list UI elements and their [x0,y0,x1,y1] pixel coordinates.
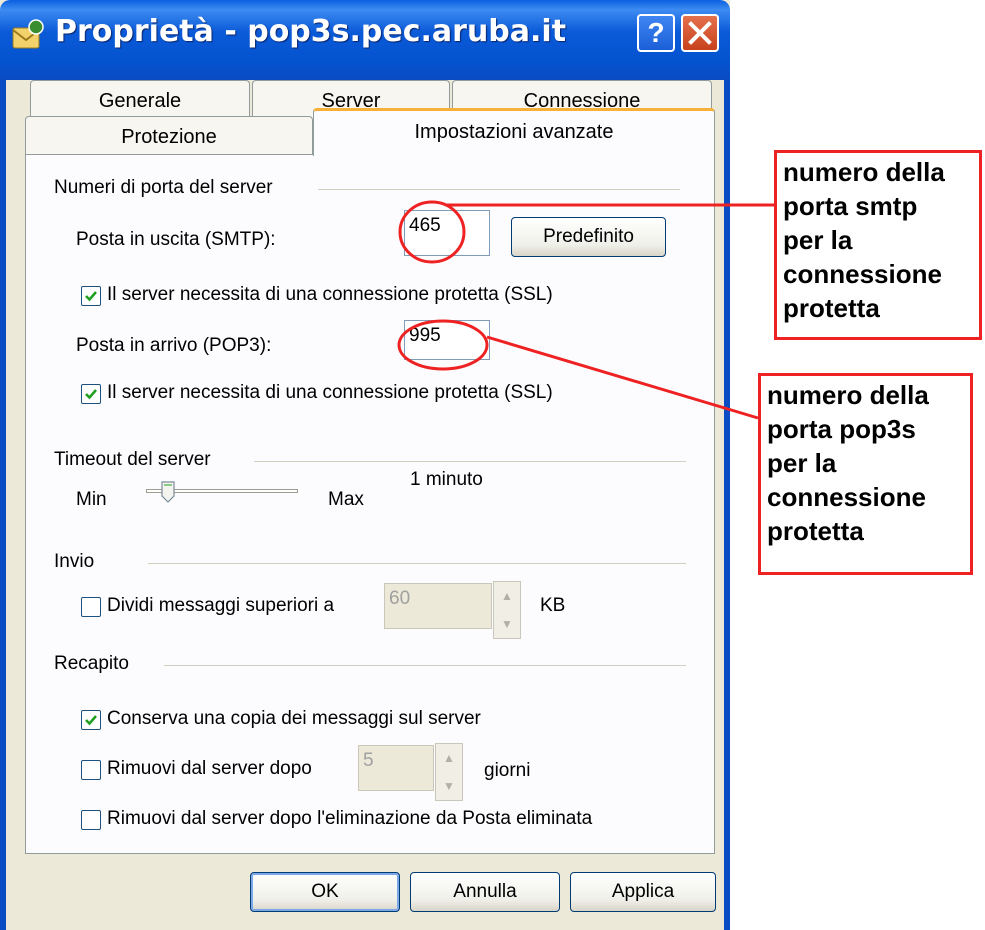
chevron-down-icon[interactable]: ▼ [436,772,462,800]
note-line: protetta [783,293,880,323]
pop3-port-label: Posta in arrivo (POP3): [76,335,272,356]
timeout-group-label: Timeout del server [54,449,211,470]
remove-after-days-unit: giorni [484,760,531,781]
note-line: per la [783,225,853,255]
note-line: connessione [767,482,926,512]
note-line: connessione [783,259,942,289]
note-line: protetta [767,516,864,546]
invio-group-label: Invio [54,551,95,572]
keep-copy-checkbox[interactable] [81,710,101,730]
check-icon [85,291,97,302]
timeout-slider-thumb[interactable] [161,481,175,503]
timeout-value-label: 1 minuto [410,469,483,490]
smtp-port-note: numero della porta smtp per la connessio… [774,150,982,340]
window-border-right [724,80,730,930]
split-size-unit: KB [540,595,566,616]
keep-copy-label: Conserva una copia dei messaggi sul serv… [107,708,481,729]
ports-group-divider [318,189,680,190]
split-size-input[interactable]: 60 [384,583,492,629]
cancel-button[interactable]: Annulla [410,872,560,912]
chevron-up-icon[interactable]: ▲ [436,744,462,772]
tab-generale[interactable]: Generale [30,80,250,120]
ssl-smtp-label: Il server necessita di una connessione p… [107,284,553,305]
default-ports-button[interactable]: Predefinito [511,217,666,257]
ssl-pop3-label: Il server necessita di una connessione p… [107,382,553,403]
window-border-left [0,80,6,930]
ssl-smtp-checkbox[interactable] [81,286,101,306]
properties-dialog: Proprietà - pop3s.pec.aruba.it ? General… [0,0,730,930]
chevron-down-icon[interactable]: ▼ [494,610,520,638]
invio-group-divider [148,563,686,564]
timeout-max-label: Max [328,489,364,510]
recapito-group-label: Recapito [54,653,129,674]
advanced-settings-panel: Numeri di porta del server Posta in usci… [25,154,715,854]
remove-after-label: Rimuovi dal server dopo [107,758,312,779]
timeout-group-divider [254,461,686,462]
title-bar[interactable]: Proprietà - pop3s.pec.aruba.it ? [0,0,730,80]
pop3-port-input[interactable]: 995 [404,320,490,360]
window-title: Proprietà - pop3s.pec.aruba.it [55,14,567,49]
split-messages-label: Dividi messaggi superiori a [107,595,335,616]
smtp-port-input[interactable]: 465 [404,210,490,256]
close-button[interactable] [681,14,719,52]
close-icon [688,21,712,45]
ok-button[interactable]: OK [250,872,400,912]
pop3-port-note: numero della porta pop3s per la connessi… [758,373,973,575]
note-line: porta smtp [783,191,918,221]
note-line: numero della [767,380,929,410]
tab-protezione[interactable]: Protezione [25,116,313,156]
help-button[interactable]: ? [637,14,675,52]
note-line: porta pop3s [767,414,916,444]
remove-after-days-input[interactable]: 5 [358,745,434,791]
note-line: numero della [783,157,945,187]
split-messages-checkbox[interactable] [81,597,101,617]
smtp-port-label: Posta in uscita (SMTP): [76,229,276,250]
timeout-min-label: Min [76,489,107,510]
apply-button[interactable]: Applica [570,872,716,912]
help-icon: ? [647,17,665,48]
remove-deleted-label: Rimuovi dal server dopo l'eliminazione d… [107,808,593,829]
check-icon [85,389,97,400]
tab-impostazioni-avanzate[interactable]: Impostazioni avanzate [313,108,715,156]
chevron-up-icon[interactable]: ▲ [494,582,520,610]
check-icon [85,715,97,726]
split-size-spinner[interactable]: ▲ ▼ [493,581,521,639]
remove-deleted-checkbox[interactable] [81,810,101,830]
recapito-group-divider [164,665,686,666]
account-icon [12,19,44,49]
note-line: per la [767,448,837,478]
remove-after-days-spinner[interactable]: ▲ ▼ [435,743,463,801]
ssl-pop3-checkbox[interactable] [81,384,101,404]
ports-group-label: Numeri di porta del server [54,177,273,198]
remove-after-checkbox[interactable] [81,760,101,780]
